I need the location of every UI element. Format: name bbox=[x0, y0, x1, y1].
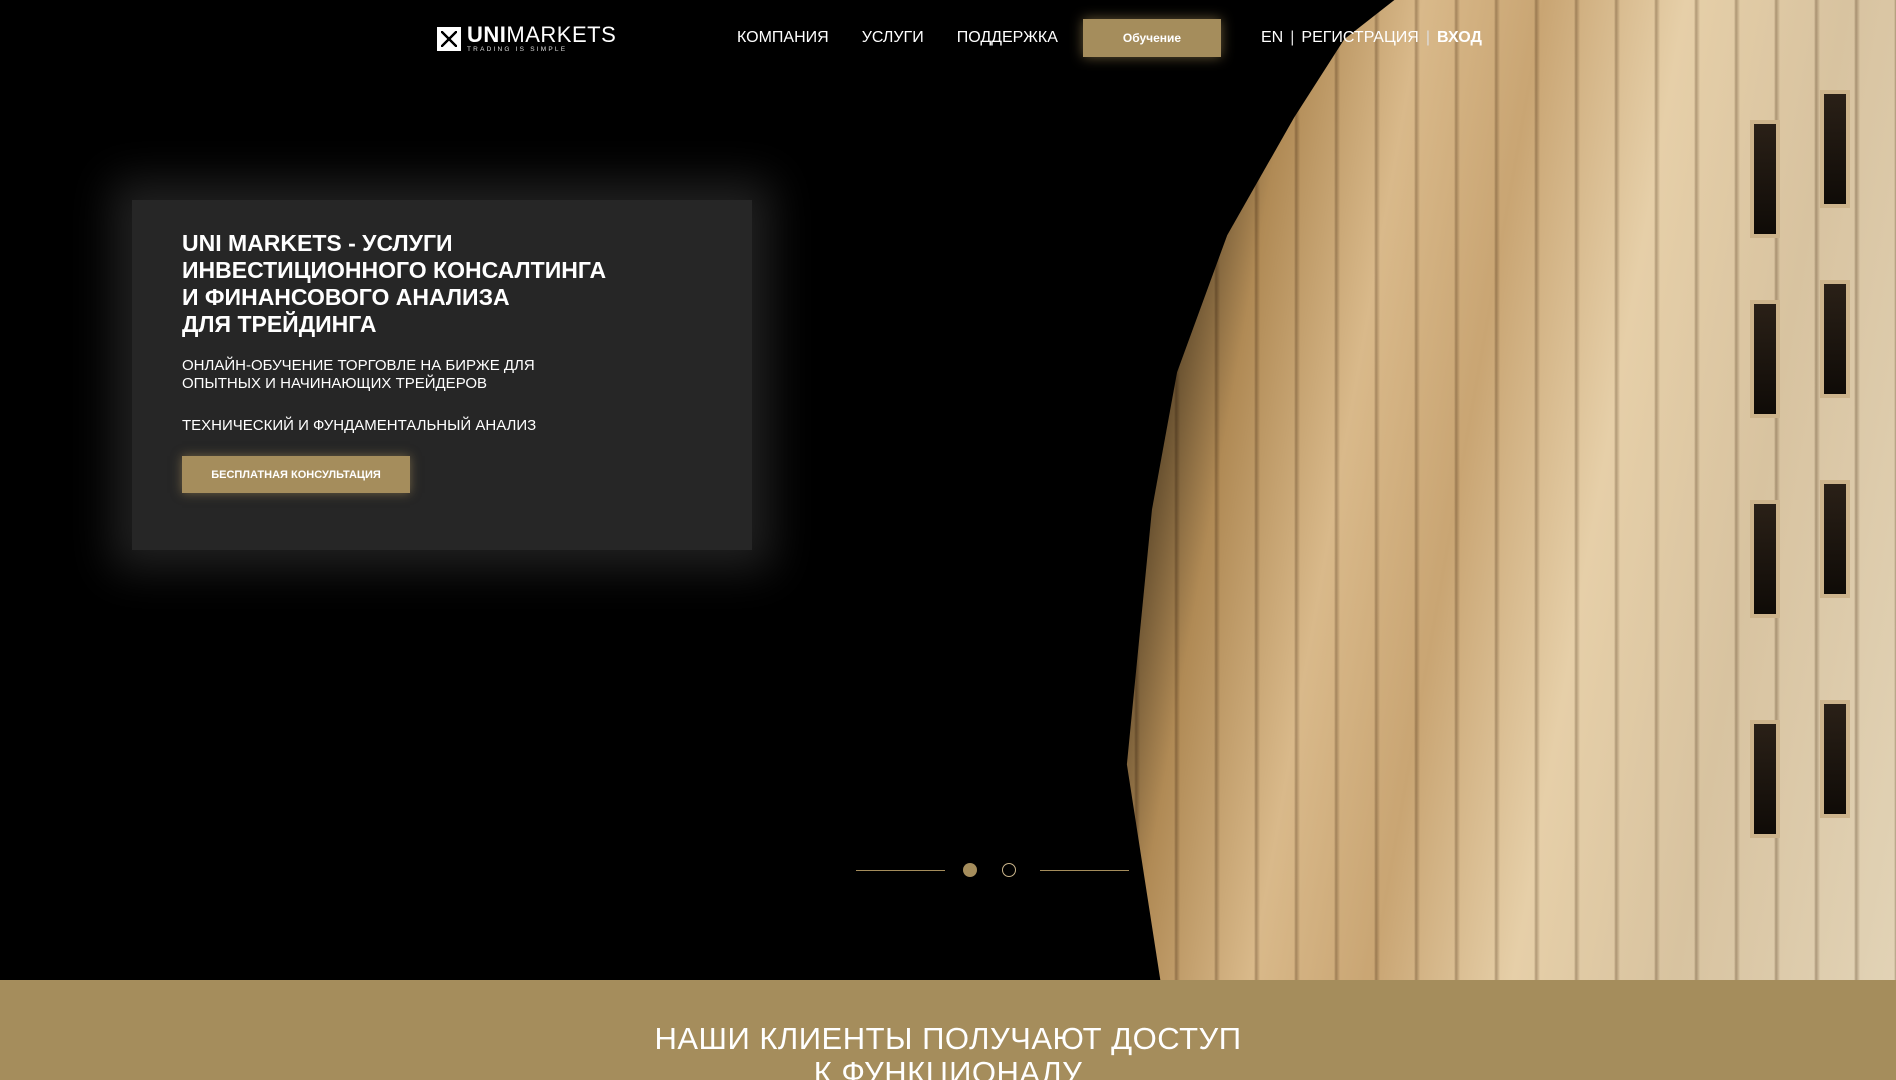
menu-item-support[interactable]: ПОДДЕРЖКА bbox=[957, 29, 1058, 47]
menu-item-services[interactable]: УСЛУГИ bbox=[862, 29, 924, 47]
slider-line-left bbox=[856, 870, 945, 871]
logo-tagline: TRADING IS SIMPLE bbox=[467, 46, 568, 53]
hero-section: UNIMARKETS TRADING IS SIMPLE КОМПАНИЯ УС… bbox=[0, 0, 1896, 980]
features-heading: НАШИ КЛИЕНТЫ ПОЛУЧАЮТ ДОСТУП К ФУНКЦИОНА… bbox=[654, 1021, 1242, 1080]
hero-building-image bbox=[1126, 0, 1896, 980]
slider-dot-2[interactable] bbox=[1002, 863, 1016, 877]
logo-light: MARKETS bbox=[506, 22, 617, 47]
divider: | bbox=[1425, 29, 1431, 46]
top-navigation: UNIMARKETS TRADING IS SIMPLE КОМПАНИЯ УС… bbox=[0, 0, 1896, 80]
learn-button[interactable]: Обучение bbox=[1083, 19, 1221, 57]
slider-line-right bbox=[1040, 870, 1129, 871]
building-window bbox=[1750, 300, 1780, 418]
features-band: НАШИ КЛИЕНТЫ ПОЛУЧАЮТ ДОСТУП К ФУНКЦИОНА… bbox=[0, 980, 1896, 1080]
building-window bbox=[1820, 90, 1850, 208]
building-window bbox=[1750, 120, 1780, 238]
divider: | bbox=[1290, 29, 1295, 46]
building-window bbox=[1750, 500, 1780, 618]
hero-promo-panel: UNI MARKETS - УСЛУГИ ИНВЕСТИЦИОННОГО КОН… bbox=[132, 200, 752, 550]
slider-dot-1[interactable] bbox=[963, 863, 977, 877]
language-switch[interactable]: EN bbox=[1261, 29, 1283, 47]
login-link[interactable]: ВХОД bbox=[1437, 29, 1482, 47]
building-window bbox=[1820, 700, 1850, 818]
building-window bbox=[1750, 720, 1780, 838]
free-consultation-button[interactable]: БЕСПЛАТНАЯ КОНСУЛЬТАЦИЯ bbox=[182, 456, 410, 493]
unimarkets-logo-icon bbox=[437, 26, 461, 51]
logo-bold: UNI bbox=[467, 22, 507, 47]
main-menu: КОМПАНИЯ УСЛУГИ ПОДДЕРЖКА bbox=[737, 29, 1091, 47]
menu-item-company[interactable]: КОМПАНИЯ bbox=[737, 29, 829, 47]
logo[interactable]: UNIMARKETS TRADING IS SIMPLE bbox=[437, 24, 616, 54]
hero-subtitle: ОНЛАЙН-ОБУЧЕНИЕ ТОРГОВЛЕ НА БИРЖЕ ДЛЯ ОП… bbox=[182, 357, 535, 392]
logo-text: UNIMARKETS TRADING IS SIMPLE bbox=[467, 24, 616, 54]
building-window bbox=[1820, 280, 1850, 398]
building-window bbox=[1820, 480, 1850, 598]
register-link[interactable]: РЕГИСТРАЦИЯ bbox=[1301, 29, 1418, 47]
auth-links: EN | РЕГИСТРАЦИЯ | ВХОД bbox=[1261, 29, 1482, 47]
logo-wordmark: UNIMARKETS bbox=[467, 24, 616, 46]
hero-subtitle-analysis: ТЕХНИЧЕСКИЙ И ФУНДАМЕНТАЛЬНЫЙ АНАЛИЗ bbox=[182, 417, 537, 434]
hero-title: UNI MARKETS - УСЛУГИ ИНВЕСТИЦИОННОГО КОН… bbox=[182, 230, 607, 337]
slider-pagination bbox=[856, 861, 1129, 881]
